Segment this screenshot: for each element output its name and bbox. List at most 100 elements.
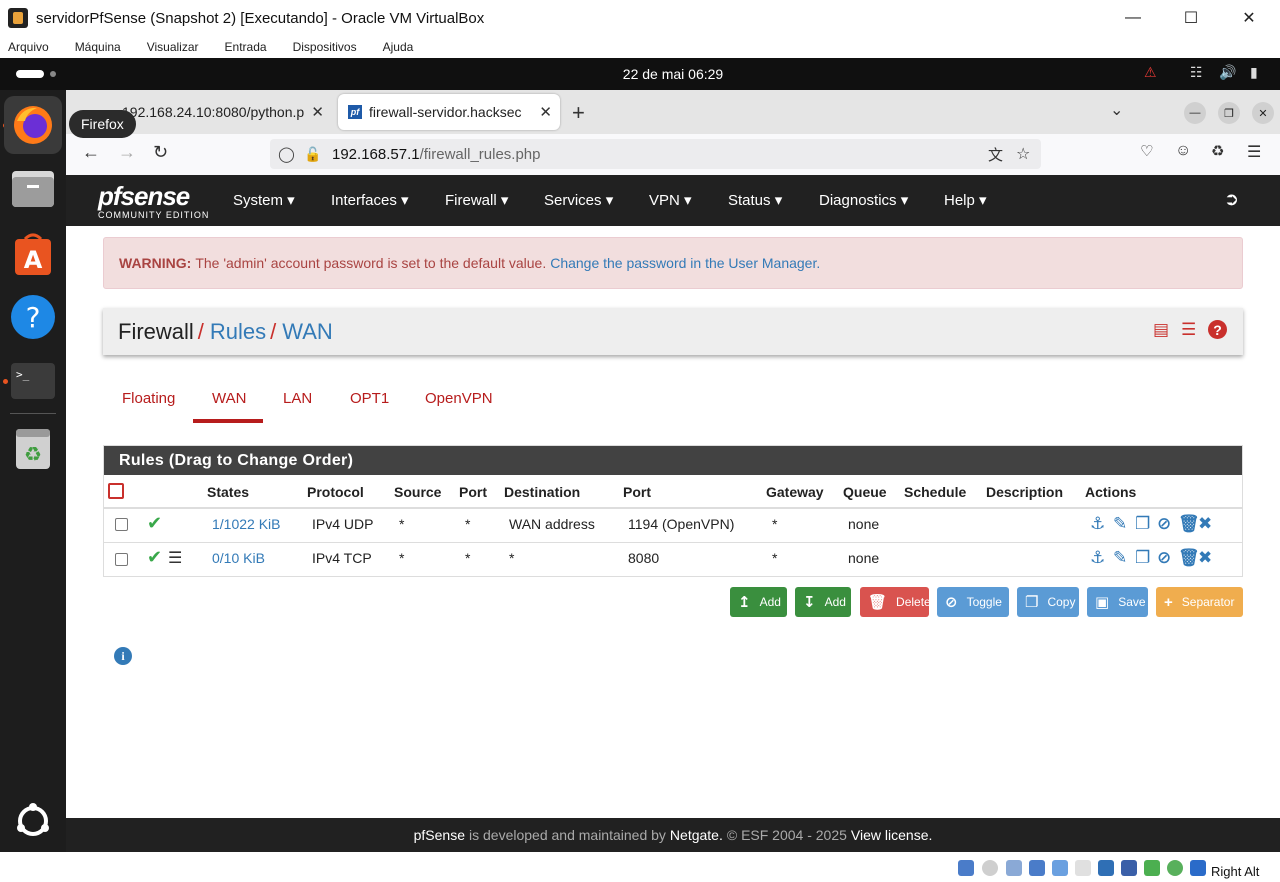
reload-icon[interactable]: ↻ bbox=[153, 142, 168, 163]
breadcrumb-wan[interactable]: WAN bbox=[282, 319, 333, 345]
back-icon[interactable]: ← bbox=[82, 142, 100, 163]
remove-x-icon[interactable]: ✖ bbox=[1198, 514, 1212, 534]
add-top-button[interactable]: ↥ Add bbox=[730, 587, 787, 617]
extensions-icon[interactable]: ♻ bbox=[1211, 142, 1224, 160]
tab-opt1[interactable]: OPT1 bbox=[350, 390, 389, 407]
disable-ban-icon[interactable]: ⊘ bbox=[1157, 548, 1171, 568]
anchor-icon[interactable]: ⚓ bbox=[1090, 548, 1105, 568]
close-icon[interactable]: ✕ bbox=[1220, 0, 1278, 36]
copy-icon[interactable]: ❐ bbox=[1135, 514, 1150, 534]
keyboard-capture-icon[interactable] bbox=[1190, 860, 1206, 876]
toggle-button[interactable]: ⊘ Toggle bbox=[937, 587, 1009, 617]
row-checkbox[interactable] bbox=[115, 518, 128, 531]
tab-lan[interactable]: LAN bbox=[283, 390, 312, 407]
files-icon[interactable] bbox=[4, 160, 62, 218]
delete-button[interactable]: 🗑 Delete bbox=[860, 587, 931, 617]
clock[interactable]: 22 de mai 06:29 bbox=[0, 66, 1280, 82]
col-destination[interactable]: Destination bbox=[504, 484, 580, 500]
menu-status[interactable]: Status ▾ bbox=[728, 191, 782, 209]
menu-vpn[interactable]: VPN ▾ bbox=[649, 191, 692, 209]
save-button[interactable]: ▣ Save bbox=[1087, 587, 1148, 617]
minimize-icon[interactable]: — bbox=[1104, 0, 1162, 36]
tab-close-icon[interactable]: ✕ bbox=[311, 103, 324, 121]
logout-icon[interactable]: ➲ bbox=[1224, 189, 1239, 210]
pfsense-logo[interactable]: pfsense COMMUNITY EDITION bbox=[98, 181, 209, 220]
row-states-link[interactable]: 1/1022 KiB bbox=[212, 516, 281, 532]
hamburger-menu-icon[interactable]: ☰ bbox=[1247, 142, 1261, 162]
col-gateway[interactable]: Gateway bbox=[766, 484, 824, 500]
list-tabs-chevron-down-icon[interactable]: ⌄ bbox=[1110, 100, 1123, 120]
menu-dispositivos[interactable]: Dispositivos bbox=[293, 40, 357, 54]
network-icon[interactable]: ☷ bbox=[1190, 64, 1203, 81]
row-checkbox[interactable] bbox=[115, 553, 128, 566]
menu-help[interactable]: Help ▾ bbox=[944, 191, 987, 209]
warning-icon[interactable]: ⚠ bbox=[1144, 64, 1157, 81]
breadcrumb-rules[interactable]: Rules bbox=[210, 319, 266, 345]
help-icon[interactable]: ? bbox=[4, 288, 62, 346]
pocket-icon[interactable]: ♡ bbox=[1140, 142, 1153, 160]
footer-company[interactable]: Netgate. bbox=[670, 827, 723, 843]
menu-entrada[interactable]: Entrada bbox=[225, 40, 267, 54]
footer-brand[interactable]: pfSense bbox=[414, 827, 465, 843]
disable-ban-icon[interactable]: ⊘ bbox=[1157, 514, 1171, 534]
app-center-icon[interactable]: A bbox=[4, 226, 62, 284]
audio-icon[interactable] bbox=[1006, 860, 1022, 876]
insecure-lock-icon[interactable]: 🔓 bbox=[304, 146, 321, 163]
url-bar[interactable]: ◯ 🔓 192.168.57.1/firewall_rules.php 文 ☆ bbox=[270, 139, 1041, 169]
copy-icon[interactable]: ❐ bbox=[1135, 548, 1150, 568]
select-all-checkbox[interactable] bbox=[108, 483, 124, 499]
browser-close-icon[interactable]: ✕ bbox=[1252, 102, 1274, 124]
col-protocol[interactable]: Protocol bbox=[307, 484, 364, 500]
cpu-icon[interactable] bbox=[1144, 860, 1160, 876]
translate-icon[interactable]: 文 bbox=[988, 144, 1003, 165]
col-queue[interactable]: Queue bbox=[843, 484, 887, 500]
help-question-icon[interactable]: ? bbox=[1208, 320, 1227, 339]
tab-firewall[interactable]: pf firewall-servidor.hacksec ✕ bbox=[338, 94, 560, 130]
forward-icon[interactable]: → bbox=[118, 142, 136, 163]
optical-drive-icon[interactable] bbox=[982, 860, 998, 876]
usb-icon[interactable] bbox=[1052, 860, 1068, 876]
trash-icon[interactable]: ♻ bbox=[4, 420, 62, 478]
col-schedule[interactable]: Schedule bbox=[904, 484, 966, 500]
hard-disk-icon[interactable] bbox=[958, 860, 974, 876]
copy-button[interactable]: ❐ Copy bbox=[1017, 587, 1079, 617]
col-source[interactable]: Source bbox=[394, 484, 441, 500]
new-tab-icon[interactable]: + bbox=[572, 100, 585, 126]
footer-license-link[interactable]: View license. bbox=[851, 827, 932, 843]
display-icon[interactable] bbox=[1098, 860, 1114, 876]
volume-icon[interactable]: 🔊 bbox=[1219, 64, 1236, 81]
delete-trash-icon[interactable]: 🗑 bbox=[1178, 514, 1200, 534]
tab-openvpn[interactable]: OpenVPN bbox=[425, 390, 493, 407]
terminal-icon[interactable]: >_ bbox=[4, 352, 62, 410]
menu-arquivo[interactable]: Arquivo bbox=[8, 40, 49, 54]
bar-chart-icon[interactable]: ▤ bbox=[1153, 320, 1169, 340]
list-icon[interactable]: ☰ bbox=[1181, 320, 1196, 340]
account-icon[interactable]: ☺ bbox=[1175, 142, 1191, 160]
recording-icon[interactable] bbox=[1121, 860, 1137, 876]
shared-folders-icon[interactable] bbox=[1075, 860, 1091, 876]
menu-diagnostics[interactable]: Diagnostics ▾ bbox=[819, 191, 908, 209]
menu-services[interactable]: Services ▾ bbox=[544, 191, 613, 209]
bookmark-star-icon[interactable]: ☆ bbox=[1016, 144, 1030, 164]
tab-floating[interactable]: Floating bbox=[122, 390, 175, 407]
change-password-link[interactable]: Change the password in the User Manager. bbox=[550, 255, 820, 271]
shield-icon[interactable]: ◯ bbox=[278, 145, 295, 163]
col-states[interactable]: States bbox=[207, 484, 249, 500]
col-destination-port[interactable]: Port bbox=[623, 484, 651, 500]
battery-icon[interactable]: ▮ bbox=[1250, 64, 1258, 81]
separator-button[interactable]: + Separator bbox=[1156, 587, 1243, 617]
delete-trash-icon[interactable]: 🗑 bbox=[1178, 548, 1200, 568]
anchor-icon[interactable]: ⚓ bbox=[1090, 514, 1105, 534]
menu-ajuda[interactable]: Ajuda bbox=[383, 40, 414, 54]
tab-python[interactable]: 192.168.24.10:8080/python.p ✕ bbox=[110, 94, 332, 130]
menu-maquina[interactable]: Máquina bbox=[75, 40, 121, 54]
maximize-icon[interactable]: ☐ bbox=[1162, 0, 1220, 36]
col-source-port[interactable]: Port bbox=[459, 484, 487, 500]
col-description[interactable]: Description bbox=[986, 484, 1063, 500]
browser-minimize-icon[interactable]: — bbox=[1184, 102, 1206, 124]
edit-pencil-icon[interactable]: ✎ bbox=[1113, 548, 1127, 568]
menu-interfaces[interactable]: Interfaces ▾ bbox=[331, 191, 409, 209]
tab-close-icon[interactable]: ✕ bbox=[539, 103, 552, 121]
remove-x-icon[interactable]: ✖ bbox=[1198, 548, 1212, 568]
browser-restore-icon[interactable]: ❐ bbox=[1218, 102, 1240, 124]
